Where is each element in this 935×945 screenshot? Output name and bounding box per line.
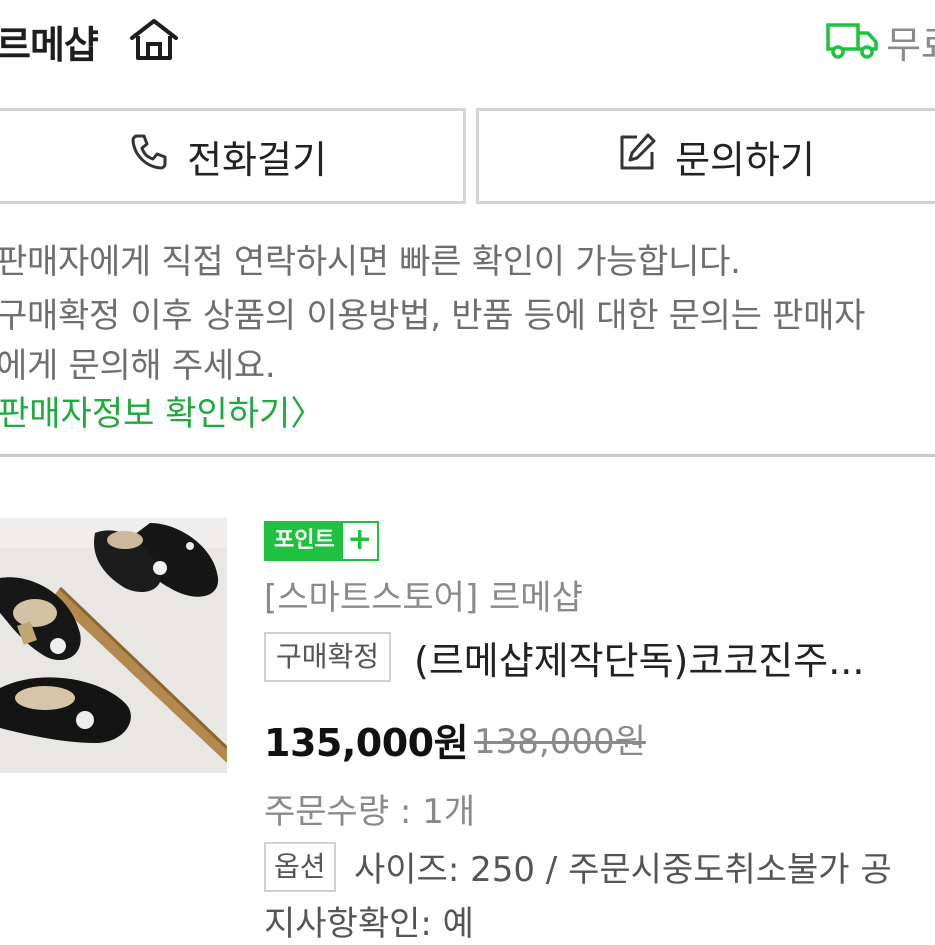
inquiry-button-label: 문의하기 [675,137,815,182]
store-tag: [스마트스토어] 르메샵 [264,578,583,618]
point-badge: 포인트 + [264,521,379,561]
seller-info-link[interactable]: 판매자정보 확인하기〉 [0,386,324,435]
option-value-line-2: 지사항확인: 예 [264,904,474,944]
chevron-right-icon: 〉 [290,394,325,434]
call-button-label: 전화걸기 [187,137,327,182]
edit-icon [617,132,675,181]
call-button[interactable]: 전화걸기 [0,108,466,204]
notice-line-2: 구매확정 이후 상품의 이용방법, 반품 등에 대한 문의는 판매자 [0,296,866,336]
seller-info-link-label: 판매자정보 확인하기 [0,394,291,434]
plus-icon: + [347,522,373,557]
status-badge: 구매확정 [264,632,392,682]
product-image[interactable] [0,518,227,773]
truck-icon [826,22,878,60]
phone-icon [129,132,187,181]
original-price: 138,000원 [474,722,646,762]
section-divider [0,454,935,457]
notice-line-3: 에게 문의해 주세요. [0,346,276,386]
inquiry-button[interactable]: 문의하기 [476,108,935,204]
order-quantity: 주문수량 : 1개 [264,792,476,832]
notice-line-1: 판매자에게 직접 연락하시면 빠른 확인이 가능합니다. [0,242,741,282]
store-name[interactable]: 르메샵 [0,14,99,69]
option-value-line-1: 사이즈: 250 / 주문시중도취소불가 공 [354,850,892,890]
shipping-label: 무료 [886,23,935,67]
product-title[interactable]: (르메샵제작단독)코코진주... [414,630,864,685]
point-badge-label: 포인트 [266,523,343,559]
home-icon[interactable] [128,16,180,64]
option-badge: 옵션 [264,842,336,892]
sale-price: 135,000원 [264,721,469,765]
